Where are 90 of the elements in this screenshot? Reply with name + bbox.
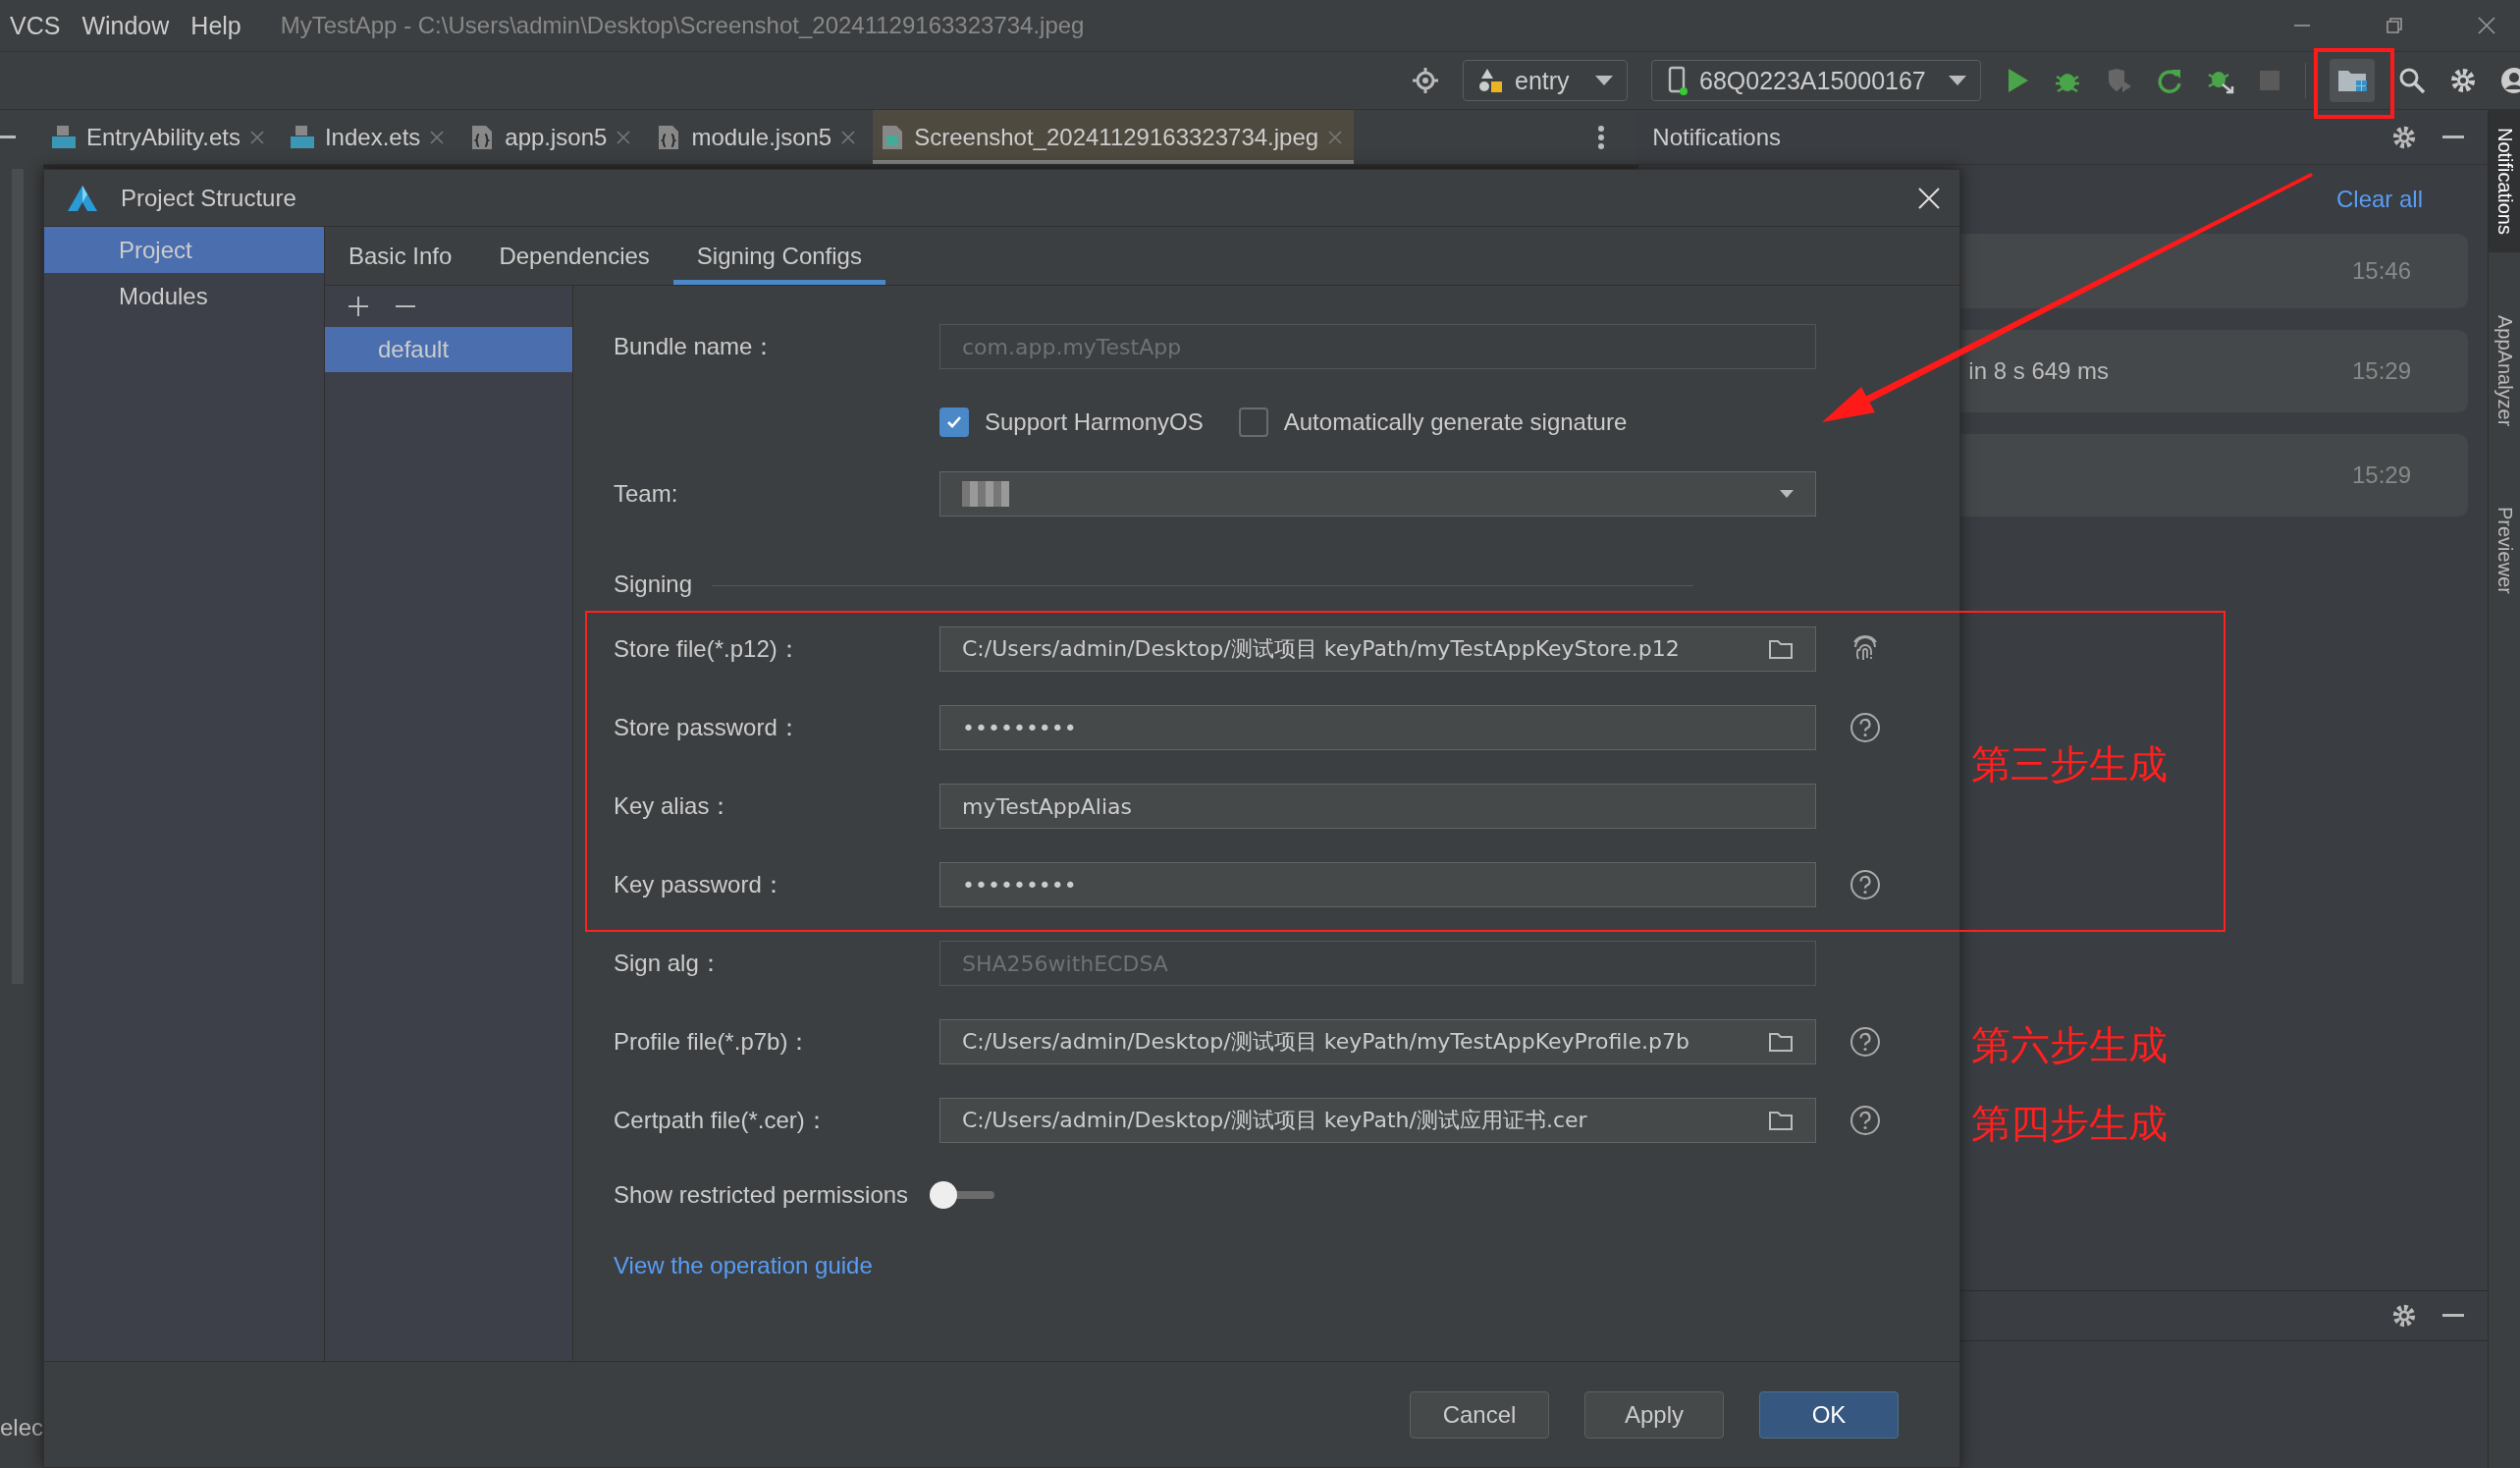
editor-tab[interactable]: Index.ets [281, 110, 456, 164]
phone-icon [1666, 66, 1689, 95]
text-field[interactable]: ••••••••• [939, 862, 1816, 907]
help-icon[interactable] [1850, 869, 1881, 900]
field-label: Key alias： [614, 791, 734, 821]
side-tab[interactable]: Previewer [2489, 489, 2520, 613]
dialog-title: Project Structure [121, 184, 296, 212]
toggle-switch[interactable] [930, 1181, 995, 1209]
field-label: Profile file(*.p7b)： [614, 1027, 813, 1057]
field-label: Key password： [614, 870, 786, 899]
nav-item[interactable]: Project [44, 227, 324, 273]
search-icon[interactable] [2398, 67, 2426, 94]
dialog-button[interactable]: OK [1759, 1390, 1899, 1439]
operation-guide-link[interactable]: View the operation guide [614, 1252, 873, 1279]
ets-file-icon [51, 124, 77, 150]
reload-icon[interactable] [2156, 67, 2183, 94]
config-item[interactable]: default [325, 327, 572, 372]
tab[interactable]: Dependencies [475, 227, 673, 285]
clear-all-link[interactable]: Clear all [2335, 186, 2423, 213]
text-field[interactable]: myTestAppAlias [939, 784, 1816, 829]
folder-icon[interactable] [1768, 1110, 1794, 1131]
editor-tab[interactable]: module.json5 [648, 110, 868, 164]
image-file-icon [881, 124, 905, 150]
annotation-text: 第四步生成 [1971, 1100, 2168, 1148]
user-icon[interactable] [2500, 67, 2520, 94]
checkbox[interactable] [1238, 408, 1268, 437]
panel-text: elec [0, 1414, 44, 1441]
folder-icon[interactable] [1768, 638, 1794, 660]
help-icon[interactable] [1850, 712, 1881, 743]
menu-item[interactable]: Help [190, 11, 241, 40]
help-icon[interactable] [1850, 1026, 1881, 1058]
side-tab[interactable]: AppAnalyzer [2489, 297, 2520, 445]
run-config-dropdown[interactable]: entry [1463, 60, 1628, 101]
field-label: Sign alg： [614, 949, 724, 978]
caret-icon [1949, 76, 1966, 85]
checkbox-label: Automatically generate signature [1283, 408, 1628, 436]
minimize-icon[interactable] [0, 135, 16, 139]
settings-icon[interactable] [2449, 67, 2477, 94]
field-label: Bundle name： [614, 332, 777, 361]
notification-time: 15:29 [2351, 357, 2411, 385]
notification-time: 15:29 [2351, 462, 2411, 489]
checkbox-label: Support HarmonyOS [985, 408, 1204, 436]
notification-time: 15:46 [2351, 257, 2411, 285]
dialog-button[interactable]: Cancel [1410, 1390, 1549, 1439]
blurred-value [962, 481, 1009, 507]
menu-item[interactable]: Window [81, 11, 170, 40]
caret-icon [1595, 76, 1613, 85]
restore-icon[interactable] [2385, 16, 2404, 35]
shapes-icon [1477, 67, 1505, 94]
field-label: Certpath file(*.cer)： [614, 1106, 830, 1135]
tab[interactable]: Signing Configs [672, 227, 885, 285]
editor-tab[interactable]: Screenshot_20241129163323734.jpeg [873, 110, 1355, 164]
editor-tab[interactable]: EntryAbility.ets [43, 110, 276, 164]
project-structure-button[interactable] [2330, 59, 2375, 102]
section-title: Signing [614, 571, 693, 598]
help-icon[interactable] [1850, 1105, 1881, 1136]
device-dropdown[interactable]: 68Q0223A15000167 [1651, 60, 1981, 101]
add-icon[interactable] [347, 295, 370, 318]
target-icon[interactable] [1412, 67, 1439, 94]
ets-file-icon [289, 124, 315, 150]
toggle-label: Show restricted permissions [614, 1181, 909, 1209]
editor-tab[interactable]: app.json5 [461, 110, 643, 164]
folder-icon[interactable] [1768, 1031, 1794, 1053]
tab[interactable]: Basic Info [325, 227, 476, 285]
field-label: Store file(*.p12)： [614, 634, 802, 664]
annotation-text: 第三步生成 [1971, 740, 2168, 788]
side-tab[interactable]: Notifications [2489, 110, 2520, 252]
close-icon[interactable] [2477, 16, 2496, 35]
field-label: Team: [614, 480, 679, 508]
text-field[interactable]: C:/Users/admin/Desktop/测试项目 keyPath/myTestAppKeyStore.p12 [939, 626, 1816, 672]
text-field[interactable]: C:/Users/admin/Desktop/测试项目 keyPath/myTestAppKeyProfile.p7b [939, 1019, 1816, 1064]
more-icon[interactable] [1597, 124, 1606, 150]
caret-icon [1780, 490, 1794, 498]
notification-text: in 8 s 649 ms [1968, 357, 2110, 385]
window-title: MyTestApp - C:\Users\admin\Desktop\Screenshot_20241129163323734.jpeg [280, 12, 1085, 39]
panel-title: Notifications [1652, 123, 1783, 151]
minimize-icon[interactable] [2442, 135, 2464, 139]
field-label: Store password： [614, 713, 802, 742]
text-field[interactable]: C:/Users/admin/Desktop/测试项目 keyPath/测试应用证书.cer [939, 1098, 1816, 1143]
annotation-text: 第六步生成 [1971, 1021, 2168, 1069]
settings-icon[interactable] [2391, 1303, 2417, 1329]
dialog-button[interactable]: Apply [1584, 1390, 1724, 1439]
logo-icon [66, 184, 99, 212]
text-field[interactable]: ••••••••• [939, 705, 1816, 750]
notification-card[interactable]: in 8 s 649 ms 15:29 [1960, 330, 2468, 412]
settings-icon[interactable] [2391, 124, 2417, 150]
minimize-icon[interactable] [2442, 1314, 2464, 1318]
menu-item[interactable]: VCS [10, 11, 61, 40]
nav-item[interactable]: Modules [44, 273, 324, 319]
checkbox[interactable] [939, 408, 969, 437]
